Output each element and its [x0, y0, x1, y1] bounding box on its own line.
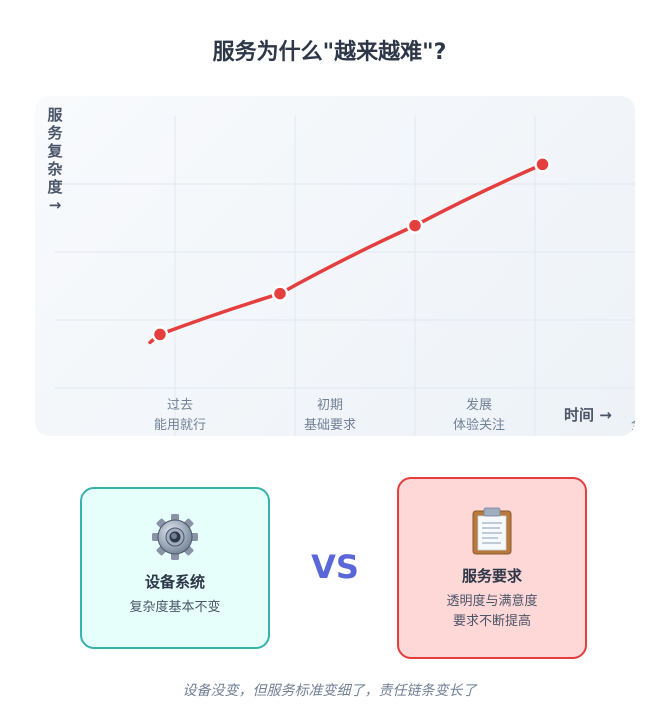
stage-label-line1: 现在 — [597, 396, 635, 416]
stage-label-line2: 全面要求 — [597, 416, 635, 436]
stage-label-now: 现在 全面要求 — [597, 396, 635, 436]
service-card-desc: 透明度与满意度 要求不断提高 — [399, 592, 585, 632]
complexity-line — [148, 162, 545, 345]
stage-label-early: 初期 基础要求 — [270, 396, 390, 436]
data-point — [151, 326, 169, 343]
footer-caption: 设备没变，但服务标准变细了，责任链条变长了 — [182, 683, 477, 699]
data-point — [271, 285, 289, 302]
clipboard-icon — [472, 507, 512, 555]
service-card-desc-line: 要求不断提高 — [452, 614, 531, 629]
stage-label-line1: 过去 — [166, 398, 193, 413]
stage-label-line2: 能用就行 — [153, 418, 206, 433]
data-point — [534, 156, 551, 173]
service-card-title: 服务要求 — [461, 567, 522, 585]
equipment-card: 设备系统 复杂度基本不变 — [80, 487, 270, 649]
stage-label-line1: 发展 — [465, 398, 492, 413]
chart-canvas — [55, 116, 635, 436]
gear-icon — [152, 514, 198, 560]
stage-label-growth: 发展 体验关注 — [419, 396, 539, 436]
service-card: 服务要求 透明度与满意度 要求不断提高 — [397, 477, 587, 659]
y-axis-label: 服务复杂度 → — [47, 106, 63, 214]
stage-label-line1: 初期 — [316, 398, 343, 413]
stage-label-line2: 体验关注 — [452, 418, 505, 433]
complexity-chart: 服务复杂度 → 时间 → 过去 能用就行 初期 基础要求 发展 体验关注 现在 … — [35, 96, 635, 436]
page-title: 服务为什么"越来越难"? — [212, 40, 447, 65]
equipment-card-desc: 复杂度基本不变 — [82, 598, 268, 618]
data-point — [406, 217, 424, 234]
service-card-desc-line: 透明度与满意度 — [446, 594, 538, 609]
vs-label: VS — [311, 548, 359, 586]
stage-label-line2: 基础要求 — [303, 418, 356, 433]
equipment-card-title: 设备系统 — [144, 573, 205, 591]
equipment-card-desc-line: 复杂度基本不变 — [129, 600, 221, 615]
stage-label-past: 过去 能用就行 — [120, 396, 240, 436]
